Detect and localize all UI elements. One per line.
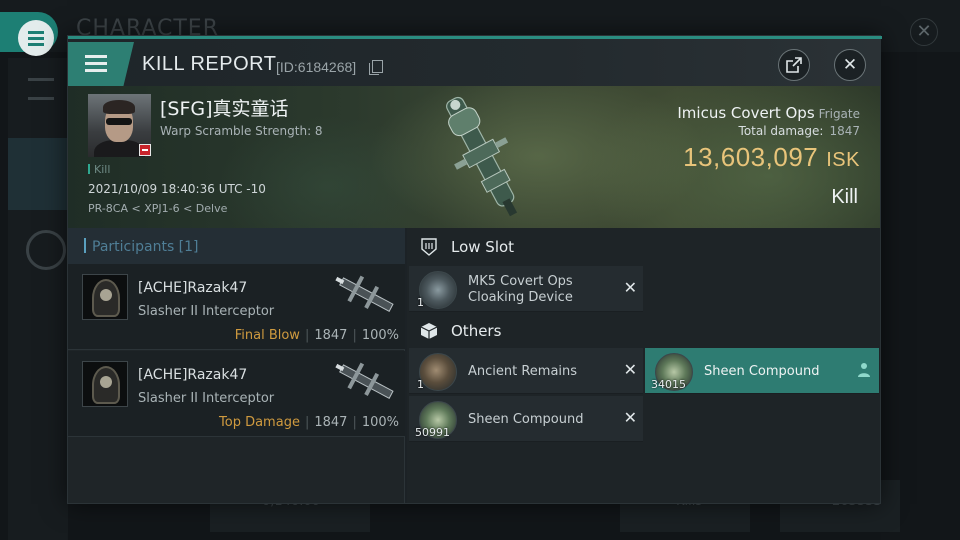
item-row[interactable]: 50991 Sheen Compound ✕ bbox=[409, 396, 643, 442]
corp-standing-icon bbox=[139, 144, 151, 156]
close-button[interactable]: ✕ bbox=[834, 49, 866, 81]
star-icon[interactable] bbox=[26, 230, 66, 270]
item-name: MK5 Covert Ops Cloaking Device bbox=[468, 274, 573, 305]
item-row[interactable]: 1 Ancient Remains ✕ bbox=[409, 348, 643, 394]
item-name: Sheen Compound bbox=[468, 412, 584, 427]
participant-ship-image bbox=[335, 275, 394, 312]
close-icon: ✕ bbox=[842, 55, 858, 75]
participant-name: [ACHE]Razak47 bbox=[138, 367, 248, 383]
item-name: Ancient Remains bbox=[468, 364, 578, 379]
participants-header: Participants [1] bbox=[68, 228, 405, 264]
participant-role: Top Damage bbox=[219, 415, 300, 430]
participant-role: Final Blow bbox=[234, 328, 300, 343]
kill-id: [ID:6184268] bbox=[276, 59, 357, 75]
result-label: Kill bbox=[831, 186, 858, 208]
copy-icon[interactable] bbox=[369, 60, 383, 75]
participant-ship: Slasher II Interceptor bbox=[138, 391, 275, 406]
cube-icon bbox=[420, 323, 438, 339]
participant-ship-image bbox=[335, 362, 394, 399]
dropped-person-icon bbox=[858, 363, 870, 377]
victim-ship-name[interactable]: Imicus Covert Ops Frigate bbox=[677, 104, 860, 122]
participant-row[interactable]: [ACHE]Razak47 Slasher II Interceptor Fin… bbox=[68, 264, 405, 350]
total-damage: Total damage: 1847 bbox=[738, 124, 860, 138]
item-row[interactable]: 1 MK5 Covert Ops Cloaking Device ✕ bbox=[409, 266, 643, 312]
item-quantity: 50991 bbox=[415, 426, 450, 439]
item-quantity: 1 bbox=[417, 378, 424, 391]
participant-stats: Final Blow | 1847 | 100% bbox=[234, 328, 399, 343]
hamburger-icon bbox=[18, 20, 54, 56]
share-button[interactable] bbox=[778, 49, 810, 81]
participant-damage: 1847 bbox=[314, 328, 348, 343]
sidebar-item-kills[interactable] bbox=[8, 138, 68, 210]
participant-name: [ACHE]Razak47 bbox=[138, 280, 248, 296]
item-quantity: 34015 bbox=[651, 378, 686, 391]
hamburger-icon bbox=[85, 55, 107, 58]
items-panel: Low Slot 1 MK5 Covert Ops Cloaking Devic… bbox=[407, 228, 880, 503]
window-title: KILL REPORT bbox=[142, 53, 277, 75]
background-sidebar bbox=[8, 58, 68, 540]
victim-name[interactable]: [SFG]真实童话 bbox=[160, 94, 289, 121]
menu-button[interactable] bbox=[68, 42, 134, 86]
destroyed-icon: ✕ bbox=[623, 408, 637, 427]
participants-panel: Participants [1] [ACHE]Razak47 Slasher I… bbox=[68, 228, 405, 503]
share-external-icon bbox=[786, 57, 802, 73]
participant-ship: Slasher II Interceptor bbox=[138, 304, 275, 319]
kill-location[interactable]: PR-8CA < XPJ1-6 < Delve bbox=[88, 202, 227, 215]
shield-slot-icon bbox=[421, 238, 437, 256]
section-low-slot: Low Slot bbox=[407, 228, 880, 266]
participant-stats: Top Damage | 1847 | 100% bbox=[219, 415, 399, 430]
isk-value: 13,603,097 ISK bbox=[683, 142, 860, 172]
kill-report-window: KILL REPORT [ID:6184268] ✕ [SFG]真实童话 War… bbox=[67, 35, 882, 504]
background-menu-button[interactable] bbox=[0, 12, 58, 56]
item-row-selected[interactable]: 34015 Sheen Compound bbox=[645, 348, 879, 394]
kill-tag: Kill bbox=[88, 163, 110, 176]
list-icon[interactable] bbox=[28, 78, 54, 100]
window-header: KILL REPORT [ID:6184268] ✕ bbox=[68, 39, 880, 86]
destroyed-icon: ✕ bbox=[623, 278, 637, 297]
participant-percent: 100% bbox=[361, 328, 399, 343]
victim-ship-image[interactable] bbox=[428, 86, 538, 228]
background-close-button[interactable]: ✕ bbox=[910, 18, 938, 46]
avatar[interactable] bbox=[82, 274, 128, 320]
item-name: Sheen Compound bbox=[704, 364, 820, 379]
participant-damage: 1847 bbox=[314, 415, 348, 430]
cloaking-device-icon bbox=[419, 271, 457, 309]
ship-class: Frigate bbox=[818, 107, 860, 121]
participant-percent: 100% bbox=[361, 415, 399, 430]
ancient-remains-icon bbox=[419, 353, 457, 391]
warp-scramble-strength: Warp Scramble Strength: 8 bbox=[160, 124, 323, 138]
section-others: Others bbox=[407, 312, 880, 350]
participant-row[interactable]: [ACHE]Razak47 Slasher II Interceptor Top… bbox=[68, 351, 405, 437]
destroyed-icon: ✕ bbox=[623, 360, 637, 379]
avatar[interactable] bbox=[82, 361, 128, 407]
kill-datetime: 2021/10/09 18:40:36 UTC -10 bbox=[88, 182, 266, 196]
item-quantity: 1 bbox=[417, 296, 424, 309]
victim-banner: [SFG]真实童话 Warp Scramble Strength: 8 Kill… bbox=[68, 86, 880, 228]
